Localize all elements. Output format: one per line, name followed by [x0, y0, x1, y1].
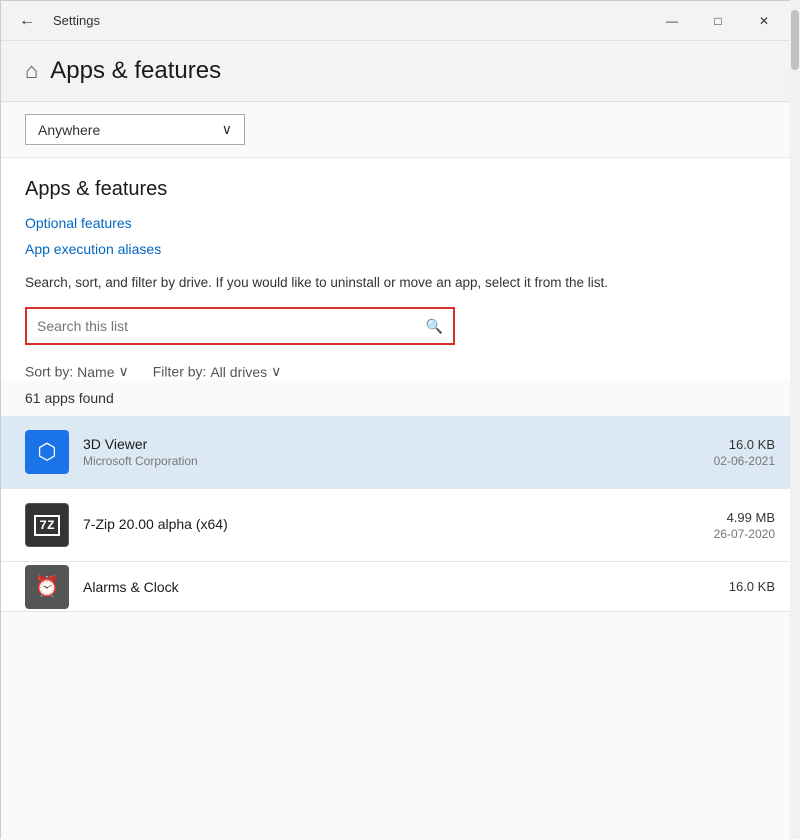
apps-found-row: 61 apps found [1, 390, 799, 406]
3dviewer-icon: ⬡ [37, 439, 56, 465]
filter-chevron-icon: ∨ [271, 363, 281, 380]
app-date: 02-06-2021 [714, 454, 775, 468]
app-info: 7-Zip 20.00 alpha (x64) [83, 516, 714, 534]
search-icon: 🔍 [416, 318, 453, 335]
optional-features-link[interactable]: Optional features [25, 215, 775, 231]
app-publisher: Microsoft Corporation [83, 454, 714, 468]
maximize-button[interactable]: □ [695, 1, 741, 41]
app-name: 3D Viewer [83, 436, 714, 452]
app-size: 4.99 MB [714, 510, 775, 525]
app-meta: 4.99 MB 26-07-2020 [714, 510, 775, 541]
close-button[interactable]: ✕ [741, 1, 787, 41]
filter-label: Filter by: All drives ∨ [153, 363, 282, 380]
alarms-icon: ⏰ [35, 574, 60, 599]
app-icon-3dviewer: ⬡ [25, 430, 69, 474]
app-name: Alarms & Clock [83, 579, 729, 595]
scrollbar-track[interactable] [790, 0, 800, 839]
search-input[interactable] [27, 309, 416, 343]
minimize-button[interactable]: — [649, 1, 695, 41]
section-title: Apps & features [25, 178, 775, 201]
app-info: Alarms & Clock [83, 579, 729, 595]
home-icon: ⌂ [25, 58, 38, 84]
page-header: ⌂ Apps & features [1, 41, 799, 102]
sort-filter-row: Sort by: Name ∨ Filter by: All drives ∨ [25, 363, 775, 380]
app-list: ⬡ 3D Viewer Microsoft Corporation 16.0 K… [1, 416, 799, 612]
titlebar: ← Settings — □ ✕ [1, 1, 799, 41]
description-text: Search, sort, and filter by drive. If yo… [25, 273, 645, 293]
titlebar-controls: — □ ✕ [649, 1, 787, 41]
app-execution-aliases-link[interactable]: App execution aliases [25, 241, 775, 257]
titlebar-title: Settings [53, 13, 100, 28]
sort-chevron-icon: ∨ [119, 363, 129, 380]
sort-label: Sort by: Name ∨ [25, 363, 129, 380]
dropdown-area: Anywhere ∨ [1, 102, 799, 158]
apps-found-count: 61 [25, 390, 41, 406]
app-date: 26-07-2020 [714, 527, 775, 541]
app-icon-7zip: 7Z [25, 503, 69, 547]
app-meta: 16.0 KB 02-06-2021 [714, 437, 775, 468]
apps-found-label: apps found [44, 390, 113, 406]
table-row[interactable]: 7Z 7-Zip 20.00 alpha (x64) 4.99 MB 26-07… [1, 489, 799, 562]
app-size: 16.0 KB [729, 579, 775, 594]
titlebar-left: ← Settings [13, 8, 100, 34]
anywhere-dropdown[interactable]: Anywhere ∨ [25, 114, 245, 145]
chevron-down-icon: ∨ [222, 121, 232, 138]
scrollbar-thumb[interactable] [791, 10, 799, 70]
7zip-icon: 7Z [34, 515, 60, 536]
app-info: 3D Viewer Microsoft Corporation [83, 436, 714, 468]
table-row[interactable]: ⬡ 3D Viewer Microsoft Corporation 16.0 K… [1, 416, 799, 489]
page-title: Apps & features [50, 57, 221, 85]
app-name: 7-Zip 20.00 alpha (x64) [83, 516, 714, 532]
app-size: 16.0 KB [714, 437, 775, 452]
content-area: ⌂ Apps & features Anywhere ∨ Apps & feat… [1, 41, 799, 840]
search-box: 🔍 [25, 307, 455, 345]
back-button[interactable]: ← [13, 8, 41, 34]
sort-dropdown[interactable]: Name ∨ [77, 363, 129, 380]
filter-dropdown[interactable]: All drives ∨ [210, 363, 281, 380]
app-meta: 16.0 KB [729, 579, 775, 594]
main-panel: ⌂ Apps & features Anywhere ∨ Apps & feat… [1, 41, 799, 840]
dropdown-value: Anywhere [38, 122, 100, 138]
apps-features-section: Apps & features Optional features App ex… [1, 158, 799, 380]
table-row[interactable]: ⏰ Alarms & Clock 16.0 KB [1, 562, 799, 612]
app-icon-alarms: ⏰ [25, 565, 69, 609]
